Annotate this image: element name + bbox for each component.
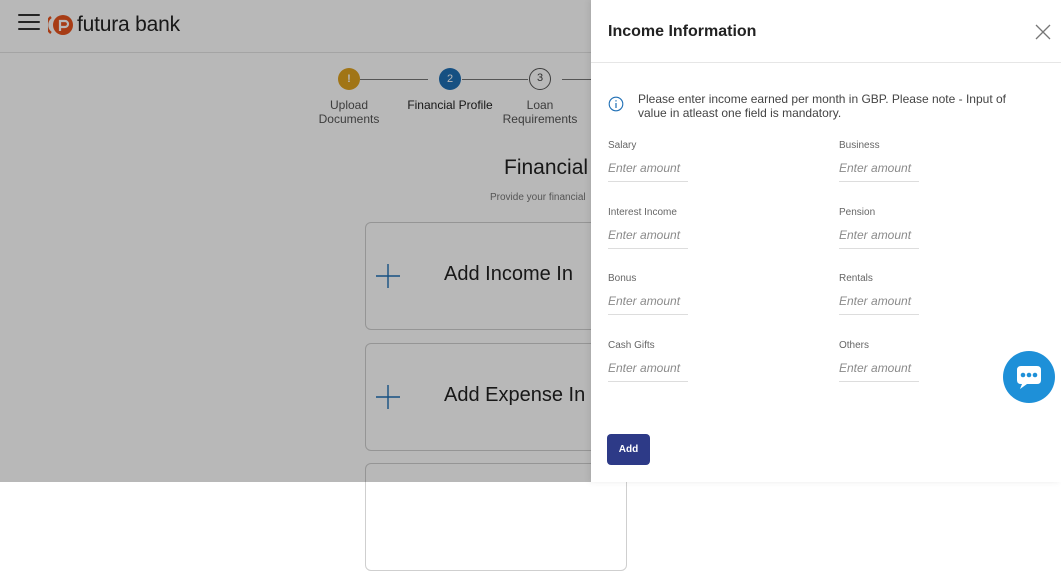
others-field: Others — [839, 340, 919, 382]
field-label: Salary — [608, 140, 637, 151]
field-label: Pension — [839, 207, 876, 218]
bonus-input[interactable] — [608, 294, 688, 315]
chat-icon — [1017, 366, 1041, 389]
rentals-input[interactable] — [839, 294, 919, 315]
interest-income-input[interactable] — [608, 228, 688, 249]
business-field: Business — [839, 140, 919, 182]
income-information-panel: Income Information Please enter income e… — [591, 0, 1061, 482]
close-icon[interactable] — [1034, 23, 1052, 41]
others-input[interactable] — [839, 361, 919, 382]
cash-gifts-input[interactable] — [608, 361, 688, 382]
panel-title: Income Information — [608, 23, 757, 40]
panel-header: Income Information — [591, 0, 1061, 63]
chat-button[interactable] — [1003, 351, 1055, 403]
info-text: Please enter income earned per month in … — [638, 92, 1007, 120]
business-input[interactable] — [839, 161, 919, 182]
field-label: Cash Gifts — [608, 340, 655, 351]
field-label: Rentals — [839, 273, 873, 284]
field-label: Others — [839, 340, 870, 351]
rentals-field: Rentals — [839, 273, 919, 315]
field-label: Interest Income — [608, 207, 677, 218]
modal-overlay[interactable] — [0, 0, 591, 482]
field-label: Business — [839, 140, 880, 151]
interest-income-field: Interest Income — [608, 207, 688, 249]
pension-field: Pension — [839, 207, 919, 249]
salary-input[interactable] — [608, 161, 688, 182]
add-button[interactable]: Add — [607, 434, 650, 465]
field-label: Bonus — [608, 273, 637, 284]
salary-field: Salary — [608, 140, 688, 182]
bonus-field: Bonus — [608, 273, 688, 315]
pension-input[interactable] — [839, 228, 919, 249]
info-icon — [608, 96, 624, 112]
cash-gifts-field: Cash Gifts — [608, 340, 688, 382]
